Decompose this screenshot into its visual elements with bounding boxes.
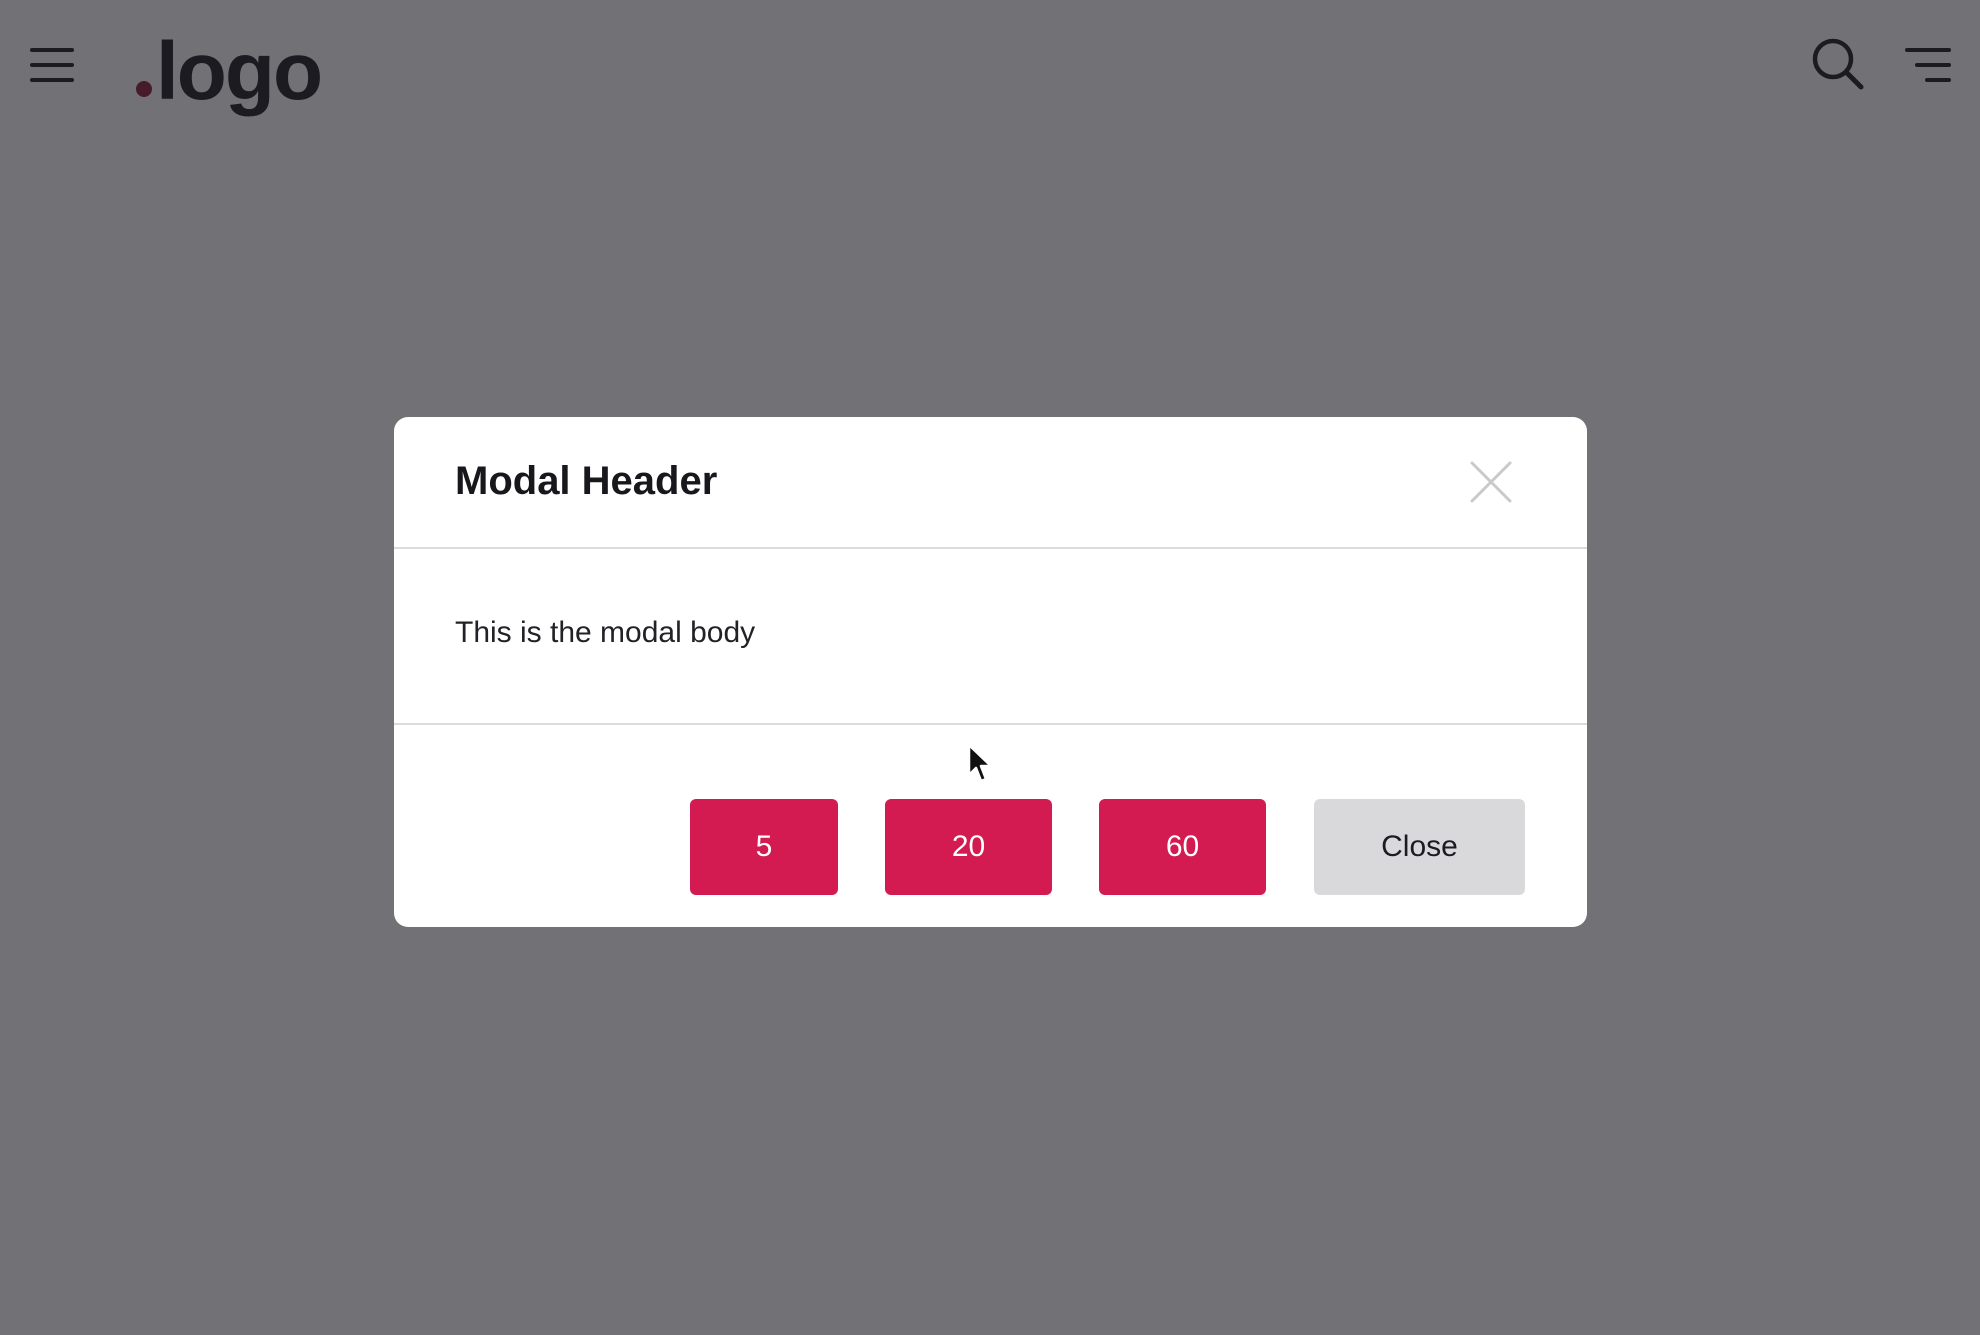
option-5-button[interactable]: 5 — [690, 799, 838, 895]
close-button[interactable]: Close — [1314, 799, 1525, 895]
page: logo Modal Header This — [0, 0, 1980, 1335]
option-20-button[interactable]: 20 — [885, 799, 1052, 895]
close-icon[interactable] — [1468, 459, 1514, 505]
modal-body-text: This is the modal body — [455, 616, 756, 649]
modal-body: This is the modal body — [394, 549, 1587, 725]
option-60-button[interactable]: 60 — [1099, 799, 1266, 895]
modal-footer: 5 20 60 Close — [394, 725, 1587, 927]
modal-header: Modal Header — [394, 417, 1587, 549]
modal-title: Modal Header — [455, 459, 718, 503]
modal-dialog: Modal Header This is the modal body 5 20… — [394, 417, 1587, 927]
